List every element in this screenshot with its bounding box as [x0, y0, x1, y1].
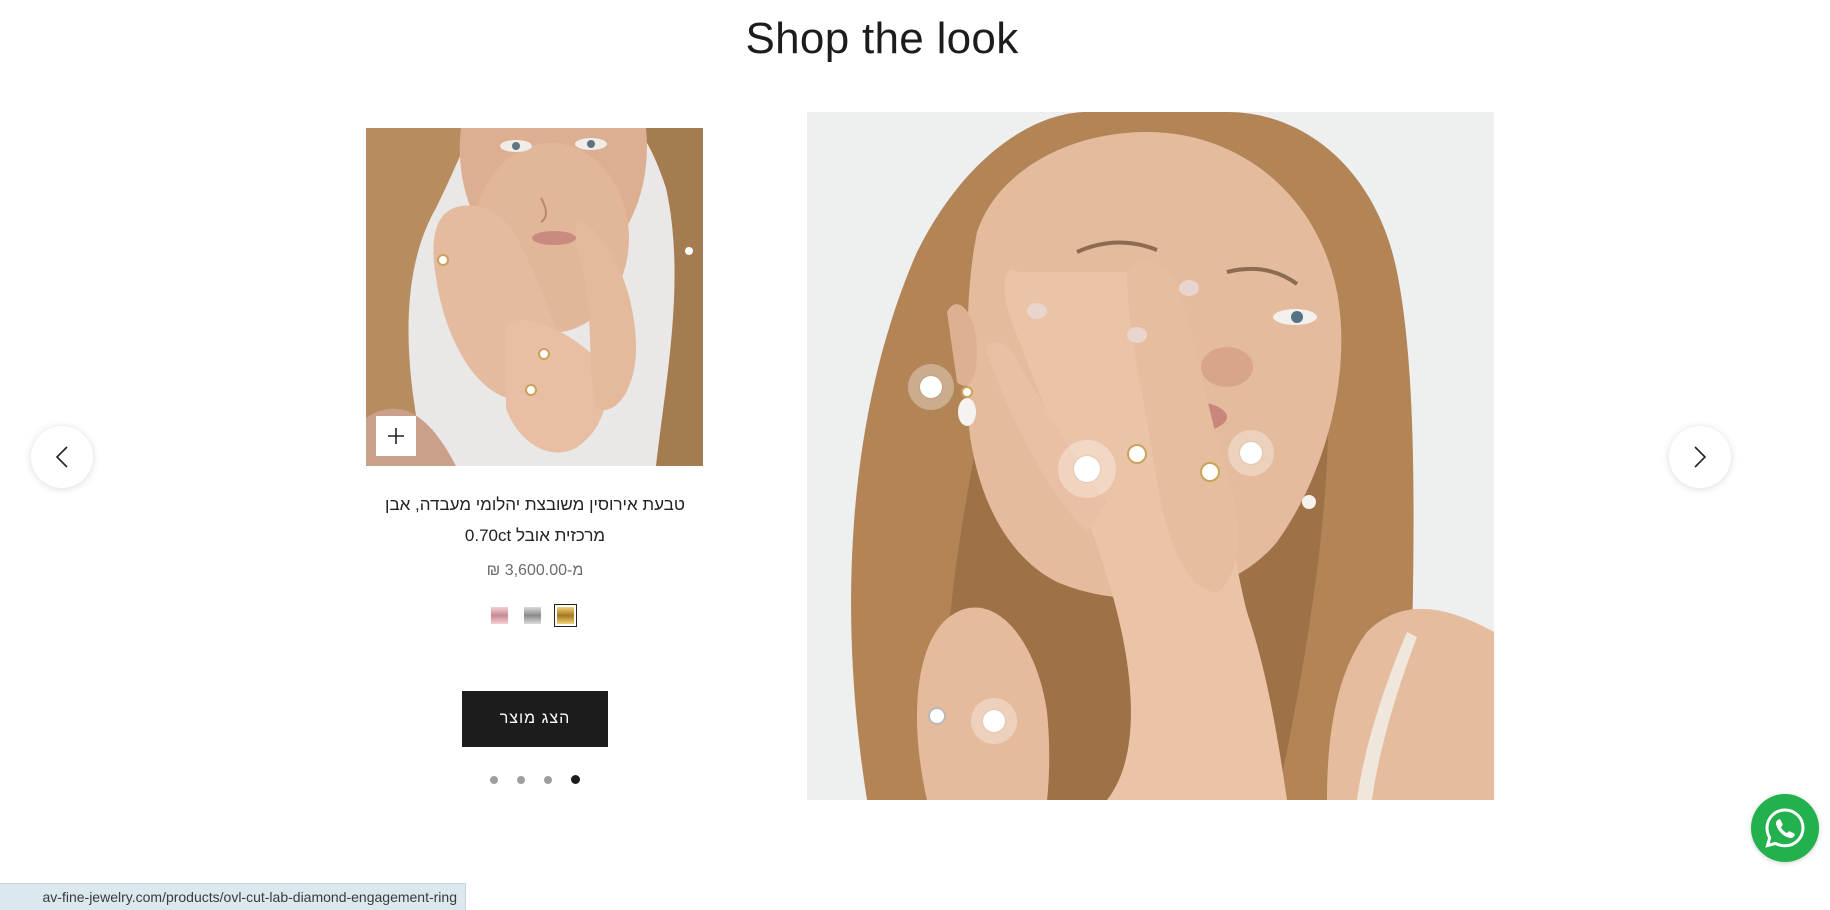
- product-title-line2: מרכזית אובל 0.70ct: [464, 526, 606, 545]
- chevron-left-icon: [55, 446, 68, 468]
- whatsapp-button[interactable]: [1751, 794, 1819, 862]
- swatch-gold[interactable]: [554, 604, 577, 627]
- hotspot-earring[interactable]: [908, 364, 954, 410]
- carousel-prev-button[interactable]: [31, 426, 93, 488]
- product-photo-illustration: [366, 128, 703, 466]
- view-product-button[interactable]: הצג מוצר: [462, 691, 608, 747]
- pagination-dot-active[interactable]: [571, 775, 580, 784]
- product-image[interactable]: [366, 128, 703, 466]
- chevron-right-icon: [1694, 446, 1707, 468]
- product-price: מ-3,600.00 ₪: [486, 562, 584, 579]
- pagination-dot[interactable]: [490, 775, 498, 784]
- status-bar-url: av-fine-jewelry.com/products/ovl-cut-lab…: [0, 883, 466, 910]
- hotspot-ring[interactable]: [1228, 430, 1274, 476]
- product-title-line1: טבעת אירוסין משובצת יהלומי מעבדה, אבן: [385, 495, 685, 514]
- whatsapp-icon: [1765, 808, 1805, 848]
- carousel-next-button[interactable]: [1669, 426, 1731, 488]
- card-pagination: [490, 775, 580, 784]
- product-title[interactable]: טבעת אירוסין משובצת יהלומי מעבדה, אבן מר…: [360, 489, 710, 551]
- swatch-silver[interactable]: [521, 604, 544, 627]
- swatch-rose-gold[interactable]: [488, 604, 511, 627]
- hotspot-ring[interactable]: [1058, 440, 1116, 498]
- look-photo-illustration: [807, 112, 1494, 800]
- pagination-dot[interactable]: [517, 775, 525, 784]
- color-swatches: [488, 604, 577, 627]
- pagination-dot[interactable]: [544, 775, 552, 784]
- quick-add-button[interactable]: [376, 416, 416, 456]
- plus-icon: [388, 428, 404, 444]
- hotspot-ring[interactable]: [971, 698, 1017, 744]
- section-title: Shop the look: [745, 14, 1019, 63]
- shop-the-look-image: [807, 112, 1494, 800]
